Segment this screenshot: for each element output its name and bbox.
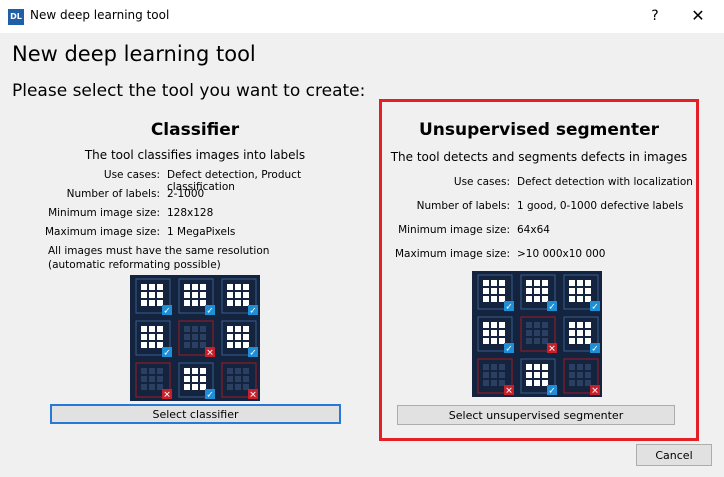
classifier-description: The tool classifies images into labels [84,148,306,162]
svg-text:✓: ✓ [505,303,513,313]
good-image-tile: ✓ [477,274,514,313]
classifier-card[interactable]: Classifier The tool classifies images in… [40,115,350,435]
defect-image-tile: ✕ [563,358,600,397]
row-key: Number of labels: [66,188,160,200]
help-button[interactable]: ? [640,5,670,27]
select-segmenter-button[interactable]: Select unsupervised segmenter [397,405,675,425]
good-image-tile: ✓ [563,316,600,355]
row-value: >10 000x10 000 [517,248,606,260]
segmenter-title: Unsupervised segmenter [418,120,660,140]
select-classifier-button[interactable]: Select classifier [50,404,341,424]
app-logo-icon: DL [8,9,24,25]
svg-text:✕: ✕ [505,387,513,397]
svg-text:✓: ✓ [249,349,257,359]
row-value: 64x64 [517,224,550,236]
good-image-tile: ✓ [178,362,215,401]
row-key: Minimum image size: [398,224,510,236]
cancel-button[interactable]: Cancel [636,444,712,466]
svg-text:✓: ✓ [163,349,171,359]
svg-text:✕: ✕ [249,391,257,401]
tile-grid: ✓ ✓ ✓ ✓ ✕ ✓ ✕ ✓ ✕ [477,274,600,397]
svg-text:✕: ✕ [591,387,599,397]
svg-text:✓: ✓ [591,345,599,355]
svg-text:✕: ✕ [163,391,171,401]
classifier-note: All images must have the same resolution… [48,245,270,271]
good-image-tile: ✓ [477,316,514,355]
title-bar: DL New deep learning tool ? ✕ [0,0,724,33]
svg-text:✓: ✓ [206,307,214,317]
defect-image-tile: ✕ [135,362,172,401]
row-key: Maximum image size: [394,248,510,260]
defect-image-tile: ✕ [221,362,258,401]
good-image-tile: ✓ [221,320,258,359]
svg-text:✓: ✓ [206,391,214,401]
good-image-tile: ✓ [221,278,258,317]
tile-grid: ✓ ✓ ✓ ✓ ✕ ✓ ✕ ✓ ✕ [135,278,258,401]
row-value: 1 good, 0-1000 defective labels [517,200,684,212]
classifier-illustration: ✓ ✓ ✓ ✓ ✕ ✓ ✕ ✓ ✕ [130,275,260,401]
good-image-tile: ✓ [135,320,172,359]
good-image-tile: ✓ [178,278,215,317]
row-key: Maximum image size: [44,226,160,238]
svg-text:✓: ✓ [591,303,599,313]
svg-text:✓: ✓ [548,303,556,313]
segmenter-card[interactable]: Unsupervised segmenter The tool detects … [379,99,699,441]
page-subtitle: Please select the tool you want to creat… [12,81,366,101]
svg-text:✕: ✕ [548,345,556,355]
defect-image-tile: ✕ [520,316,557,355]
svg-text:✓: ✓ [249,307,257,317]
segmenter-description: The tool detects and segments defects in… [390,150,688,164]
row-key: Use cases: [103,169,160,181]
good-image-tile: ✓ [520,274,557,313]
classifier-title: Classifier [150,120,240,140]
row-key: Use cases: [453,176,510,188]
svg-text:✕: ✕ [206,349,214,359]
svg-text:✓: ✓ [548,387,556,397]
defect-image-tile: ✕ [178,320,215,359]
row-value: Defect detection with localization [517,176,693,188]
good-image-tile: ✓ [520,358,557,397]
good-image-tile: ✓ [135,278,172,317]
defect-image-tile: ✕ [477,358,514,397]
row-value: 128x128 [167,207,214,219]
row-key: Minimum image size: [48,207,160,219]
svg-text:✓: ✓ [163,307,171,317]
svg-text:✓: ✓ [505,345,513,355]
good-image-tile: ✓ [563,274,600,313]
close-button[interactable]: ✕ [680,5,716,27]
row-key: Number of labels: [416,200,510,212]
window-title: New deep learning tool [30,8,170,22]
row-value: 1 MegaPixels [167,226,236,238]
page-title: New deep learning tool [12,42,256,66]
segmenter-illustration: ✓ ✓ ✓ ✓ ✕ ✓ ✕ ✓ ✕ [472,271,602,397]
row-value: 2-1000 [167,188,205,200]
